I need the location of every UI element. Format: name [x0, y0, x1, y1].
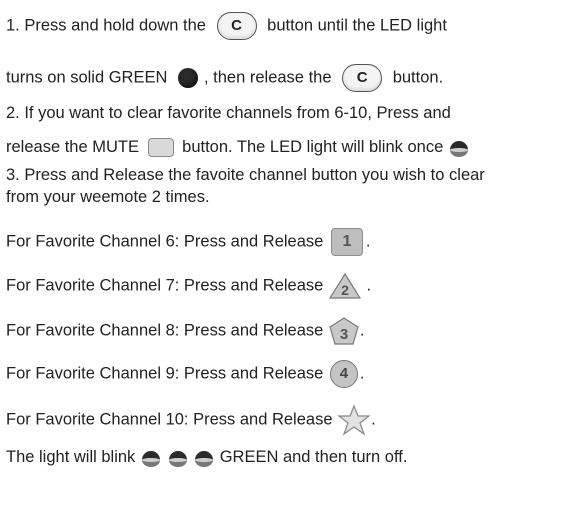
blink-led-icon: [141, 450, 160, 467]
blink-led-icon: [168, 450, 187, 467]
button-4-circle-icon: 4: [329, 360, 358, 388]
final-text: The light will blink: [6, 448, 136, 466]
blink-led-icon: [449, 140, 468, 157]
step1-line2-middle: , then release the: [204, 68, 332, 87]
step1-line1: 1. Press and hold down the C button unti…: [6, 12, 447, 40]
button-star-icon: [337, 404, 371, 436]
step1-text-suffix: button until the LED light: [267, 16, 447, 35]
final-suffix: GREEN and then turn off.: [219, 448, 408, 466]
favorite-channel-7: For Favorite Channel 7: Press and Releas…: [6, 272, 371, 300]
favorite-channel-9: For Favorite Channel 9: Press and Releas…: [6, 360, 365, 388]
favorite-text: For Favorite Channel 6: Press and Releas…: [6, 232, 324, 251]
favorite-text: For Favorite Channel 10: Press and Relea…: [6, 410, 333, 429]
step2-line2-suffix: button. The LED light will blink once: [182, 138, 444, 156]
step1-line2: turns on solid GREEN , then release the …: [6, 64, 443, 92]
blink-led-icon: [195, 450, 214, 467]
favorite-channel-6: For Favorite Channel 6: Press and Releas…: [6, 228, 371, 256]
c-button-icon: C: [216, 12, 257, 40]
step2-line2: release the MUTE button. The LED light w…: [6, 136, 470, 158]
final-line: The light will blink GREEN and then turn…: [6, 446, 407, 468]
favorite-channel-8: For Favorite Channel 8: Press and Releas…: [6, 316, 365, 346]
button-2-triangle-icon: 2: [328, 272, 362, 299]
button-2-label: 2: [341, 282, 349, 298]
c-button-icon: C: [342, 64, 383, 92]
step2-line1: 2. If you want to clear favorite channel…: [6, 104, 451, 122]
step2-line2-text: release the MUTE: [6, 138, 139, 156]
led-solid-icon: [178, 68, 198, 88]
button-1-square-icon: 1: [330, 228, 363, 256]
favorite-channel-10: For Favorite Channel 10: Press and Relea…: [6, 404, 376, 436]
step1-text: 1. Press and hold down the: [6, 16, 206, 35]
favorite-text: For Favorite Channel 7: Press and Releas…: [6, 276, 324, 295]
step1-line2-suffix: button.: [392, 68, 444, 87]
step3-line2: from your weemote 2 times.: [6, 188, 210, 206]
button-3-label: 3: [340, 326, 348, 343]
button-3-pentagon-icon: 3: [329, 317, 359, 345]
favorite-text: For Favorite Channel 9: Press and Releas…: [6, 364, 324, 383]
step1-line2-text: turns on solid GREEN: [6, 68, 168, 87]
mute-button-icon: [147, 138, 174, 158]
favorite-text: For Favorite Channel 8: Press and Releas…: [6, 321, 324, 340]
step3-line1: 3. Press and Release the favoite channel…: [6, 166, 485, 184]
